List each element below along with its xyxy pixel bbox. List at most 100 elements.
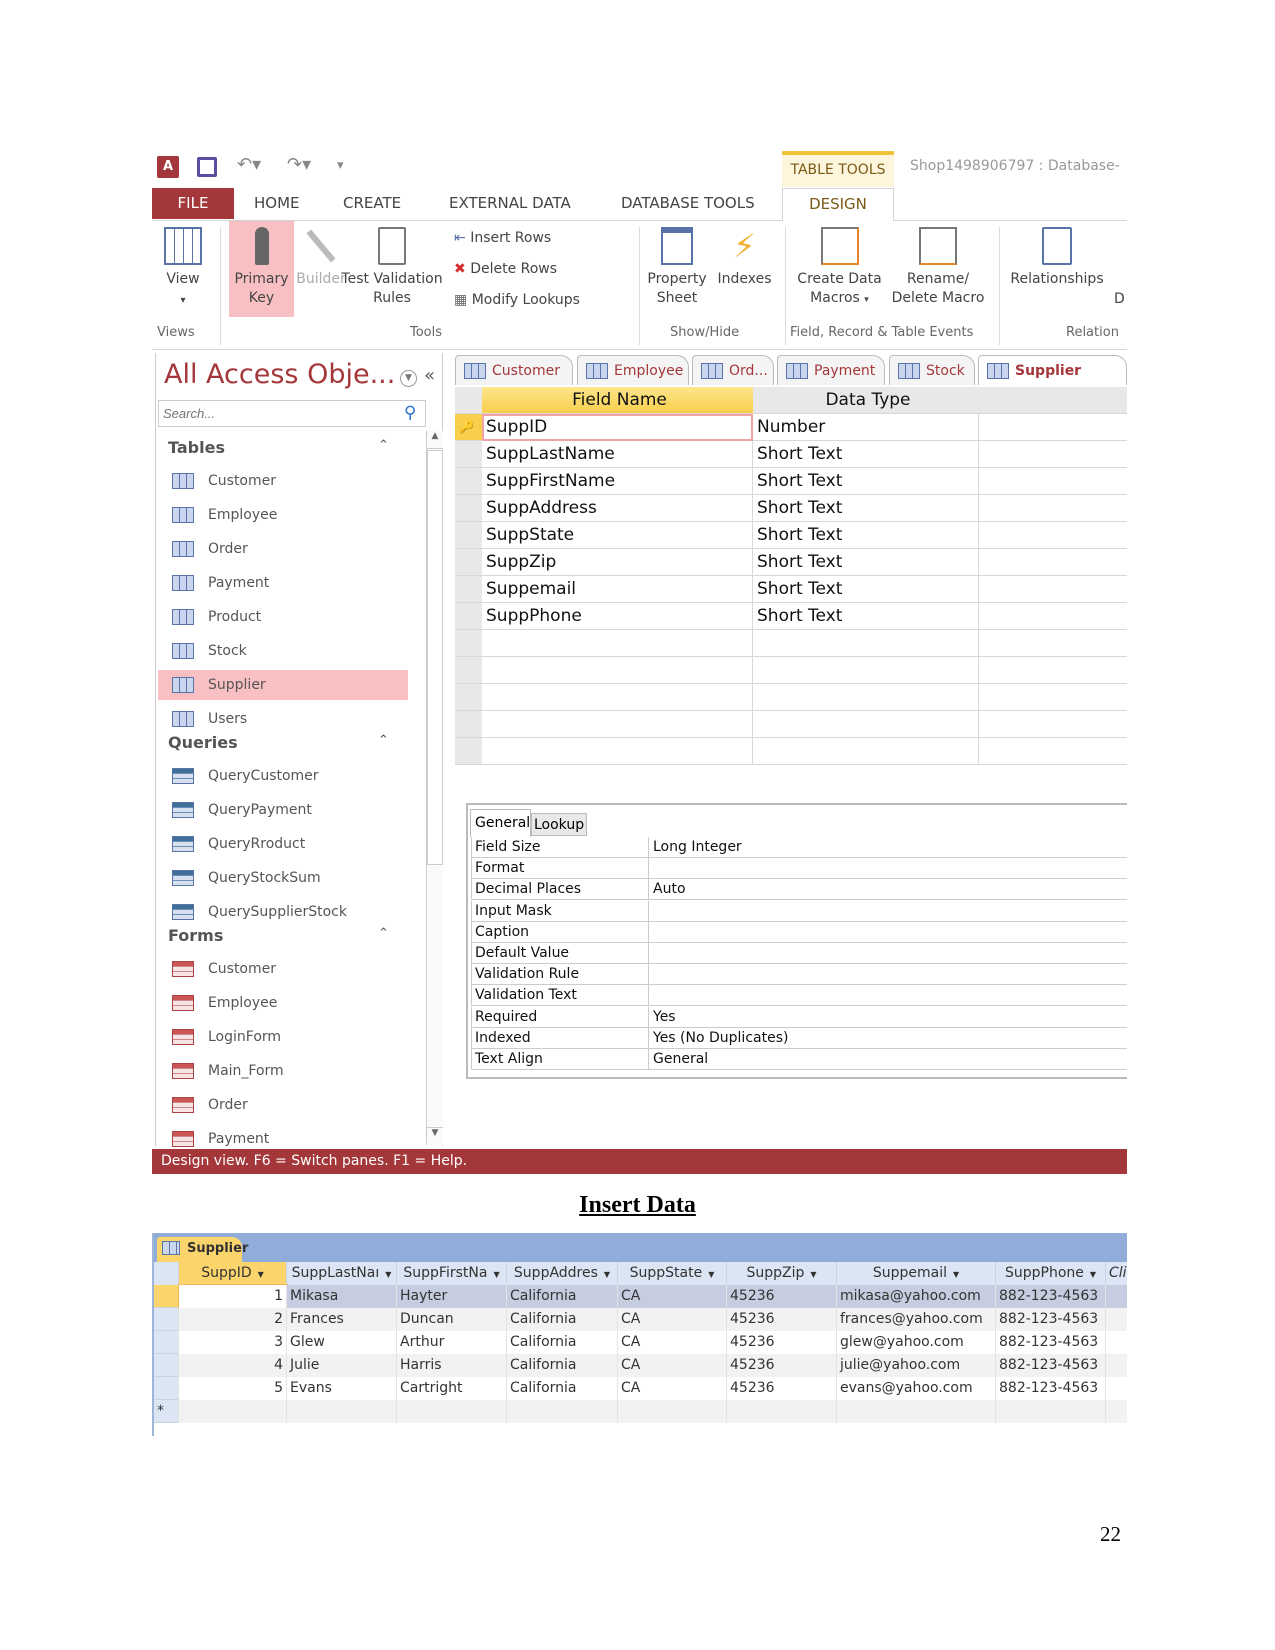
column-filter-dropdown-icon[interactable]: ▼: [258, 1270, 264, 1279]
nav-item-order[interactable]: Order: [158, 534, 408, 564]
column-filter-dropdown-icon[interactable]: ▼: [493, 1270, 499, 1279]
property-value[interactable]: Yes: [653, 1007, 676, 1027]
table-cell[interactable]: Duncan: [397, 1308, 507, 1331]
table-cell[interactable]: California: [507, 1377, 618, 1400]
column-header[interactable]: SuppPhone ▼: [996, 1262, 1106, 1285]
field-name-cell[interactable]: SuppAddress: [482, 495, 753, 522]
table-cell[interactable]: Cartright: [397, 1377, 507, 1400]
field-name-cell[interactable]: SuppLastName: [482, 441, 753, 468]
table-cell[interactable]: Frances: [287, 1308, 397, 1331]
description-cell[interactable]: [979, 495, 1127, 522]
nav-item-loginform[interactable]: LoginForm: [158, 1022, 408, 1052]
nav-group-forms[interactable]: Forms: [168, 926, 223, 945]
field-name-cell[interactable]: [482, 684, 753, 711]
nav-item-main_form[interactable]: Main_Form: [158, 1056, 408, 1086]
row-selector[interactable]: [455, 711, 482, 738]
column-filter-dropdown-icon[interactable]: ▼: [953, 1270, 959, 1279]
nav-item-querysupplierstock[interactable]: QuerySupplierStock: [158, 897, 408, 927]
table-cell[interactable]: Julie: [287, 1354, 397, 1377]
nav-menu-dropdown-icon[interactable]: ▼: [400, 370, 417, 387]
table-cell[interactable]: 45236: [727, 1354, 837, 1377]
field-name-cell[interactable]: SuppZip: [482, 549, 753, 576]
field-name-cell[interactable]: [482, 630, 753, 657]
customize-toolbar-icon[interactable]: ▾: [337, 158, 344, 173]
save-icon[interactable]: [197, 157, 217, 177]
data-type-cell[interactable]: Short Text: [753, 603, 979, 630]
row-selector[interactable]: [455, 657, 482, 684]
nav-search-input[interactable]: [158, 400, 426, 427]
table-cell[interactable]: [1106, 1331, 1127, 1354]
property-value[interactable]: Auto: [653, 879, 686, 899]
data-type-cell[interactable]: Short Text: [753, 576, 979, 603]
doc-tab-employee[interactable]: Employee: [577, 355, 689, 385]
data-type-cell[interactable]: Short Text: [753, 522, 979, 549]
doc-tab-ord[interactable]: Ord...: [692, 355, 774, 385]
table-cell[interactable]: julie@yahoo.com: [837, 1354, 996, 1377]
table-cell[interactable]: mikasa@yahoo.com: [837, 1285, 996, 1308]
undo-icon[interactable]: ↶▾: [237, 154, 261, 175]
nav-item-querycustomer[interactable]: QueryCustomer: [158, 761, 408, 791]
scroll-down-arrow-icon[interactable]: ▼: [427, 1127, 443, 1145]
field-name-cell[interactable]: [482, 711, 753, 738]
new-record-cell[interactable]: [837, 1400, 996, 1423]
nav-item-querypayment[interactable]: QueryPayment: [158, 795, 408, 825]
table-cell[interactable]: CA: [618, 1354, 727, 1377]
field-name-cell[interactable]: SuppID: [482, 414, 753, 441]
description-cell[interactable]: [979, 630, 1127, 657]
property-row[interactable]: Format: [471, 858, 1127, 880]
relationships-button[interactable]: Relationships: [1002, 221, 1112, 290]
column-header[interactable]: SuppZip ▼: [727, 1262, 837, 1285]
property-row[interactable]: Indexed Yes (No Duplicates): [471, 1027, 1127, 1049]
nav-item-payment[interactable]: Payment: [158, 568, 408, 598]
field-name-cell[interactable]: SuppPhone: [482, 603, 753, 630]
row-selector[interactable]: [455, 738, 482, 765]
collapse-group-icon[interactable]: ⌃: [378, 438, 389, 453]
table-cell[interactable]: [1106, 1285, 1127, 1308]
table-cell[interactable]: CA: [618, 1308, 727, 1331]
row-selector[interactable]: [455, 441, 482, 468]
tab-file[interactable]: FILE: [152, 188, 234, 219]
description-cell[interactable]: [979, 441, 1127, 468]
description-cell[interactable]: [979, 468, 1127, 495]
row-selector[interactable]: [455, 576, 482, 603]
nav-item-customer[interactable]: Customer: [158, 466, 408, 496]
data-type-cell[interactable]: Short Text: [753, 495, 979, 522]
table-cell[interactable]: 882-123-4563: [996, 1308, 1106, 1331]
column-header[interactable]: SuppFirstNa ▼: [397, 1262, 507, 1285]
new-record-cell[interactable]: [618, 1400, 727, 1423]
tab-external-data[interactable]: EXTERNAL DATA: [439, 188, 581, 219]
description-cell[interactable]: [979, 657, 1127, 684]
table-cell[interactable]: Mikasa: [287, 1285, 397, 1308]
table-cell[interactable]: frances@yahoo.com: [837, 1308, 996, 1331]
new-record-cell[interactable]: [1106, 1400, 1127, 1423]
record-selector[interactable]: [154, 1331, 179, 1354]
column-filter-dropdown-icon[interactable]: ▼: [708, 1270, 714, 1279]
table-cell[interactable]: Harris: [397, 1354, 507, 1377]
table-cell[interactable]: 1: [178, 1284, 288, 1309]
nav-item-queryrroduct[interactable]: QueryRroduct: [158, 829, 408, 859]
new-record-cell[interactable]: [397, 1400, 507, 1423]
table-cell[interactable]: Hayter: [397, 1285, 507, 1308]
new-record-cell[interactable]: [287, 1400, 397, 1423]
nav-item-employee[interactable]: Employee: [158, 988, 408, 1018]
table-cell[interactable]: evans@yahoo.com: [837, 1377, 996, 1400]
description-cell[interactable]: [979, 684, 1127, 711]
row-selector[interactable]: [455, 630, 482, 657]
new-record-cell[interactable]: [507, 1400, 618, 1423]
data-type-cell[interactable]: [753, 630, 979, 657]
data-type-cell[interactable]: [753, 657, 979, 684]
description-cell[interactable]: [979, 738, 1127, 765]
record-selector[interactable]: [154, 1377, 179, 1400]
table-cell[interactable]: 45236: [727, 1308, 837, 1331]
property-row[interactable]: Default Value: [471, 943, 1127, 964]
row-selector[interactable]: [455, 495, 482, 522]
doc-tab-supplier[interactable]: Supplier: [978, 355, 1127, 385]
data-type-cell[interactable]: Short Text: [753, 441, 979, 468]
description-cell[interactable]: [979, 603, 1127, 630]
tab-home[interactable]: HOME: [244, 188, 310, 219]
description-cell[interactable]: [979, 711, 1127, 738]
doc-tab-customer[interactable]: Customer: [455, 355, 573, 385]
table-cell[interactable]: [1106, 1354, 1127, 1377]
column-header[interactable]: Cli: [1106, 1262, 1127, 1285]
nav-item-employee[interactable]: Employee: [158, 500, 408, 530]
